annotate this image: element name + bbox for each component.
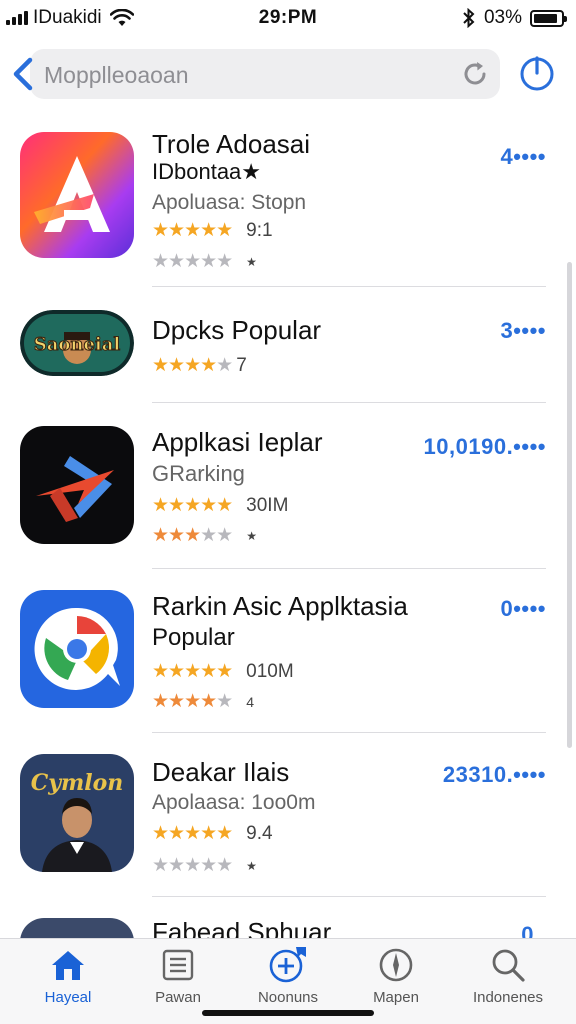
secondary-rating: ★★★★★ ★	[152, 854, 257, 878]
app-title: Applkasi Ieplar	[152, 427, 323, 457]
tab-pawan[interactable]: Pawan	[128, 945, 228, 1006]
app-title: Trole Adoasai	[152, 129, 311, 159]
partial-app-icon[interactable]	[20, 918, 134, 938]
tab-noonuns[interactable]: Noonuns	[238, 945, 338, 1006]
app-action-button[interactable]: 0	[521, 922, 534, 938]
star-rating-icons: ★★★★★	[152, 691, 233, 712]
tab-search[interactable]: Indonenes	[458, 945, 558, 1006]
star-rating-icons: ★★★★★	[152, 355, 233, 376]
rating-stars: ★★★★★ 9:1	[152, 219, 273, 243]
star-rating-icons: ★★★★★	[152, 661, 233, 682]
rating-count: 9:1	[246, 220, 273, 241]
app-subtitle: IDbontaa★	[152, 159, 262, 184]
game-badge-icon[interactable]: Saoneial	[20, 310, 134, 376]
secondary-count: ★	[246, 255, 257, 269]
secondary-rating: ★★★★★ 4	[152, 690, 254, 714]
compass-icon	[379, 948, 413, 982]
rating-stars: ★★★★★ 30IM	[152, 494, 288, 518]
divider	[152, 732, 546, 733]
search-field[interactable]: Mopplleoaoan	[30, 49, 500, 99]
divider	[152, 568, 546, 569]
arrow-logo-icon[interactable]	[20, 426, 134, 544]
rating-stars: ★★★★★ 010M	[152, 660, 294, 684]
tab-label: Pawan	[155, 989, 201, 1006]
search-input-text[interactable]: Mopplleoaoan	[44, 62, 189, 89]
power-icon[interactable]	[518, 55, 556, 93]
secondary-count: ★	[246, 859, 257, 873]
app-title: Dpcks Popular	[152, 315, 322, 345]
status-right: 03%	[462, 7, 567, 29]
star-rating-icons: ★★★★★	[152, 495, 233, 516]
scrollbar[interactable]	[567, 262, 572, 748]
chrome-style-icon[interactable]	[20, 590, 134, 708]
secondary-rating: ★★★★★ ★	[152, 524, 257, 548]
tab-label: Mapen	[373, 989, 419, 1006]
app-action-button[interactable]: 23310.••••	[443, 762, 546, 788]
rating-stars: ★★★★★ 7	[152, 354, 247, 378]
tab-mapen[interactable]: Mapen	[346, 945, 446, 1006]
app-title: Deakar Ilais	[152, 757, 290, 787]
svg-text:Cymlon: Cymlon	[31, 770, 124, 796]
letter-a-gradient-icon[interactable]	[20, 132, 134, 258]
app-row[interactable]: Fabead Sphuar 0	[0, 898, 576, 938]
app-meta: Apolaasa: 1oo0m	[152, 791, 316, 814]
tab-label: Noonuns	[257, 989, 319, 1006]
rating-count: 9.4	[246, 823, 273, 844]
app-meta: GRarking	[152, 461, 245, 486]
star-rating-icons: ★★★★★	[152, 855, 233, 876]
app-action-button[interactable]: 3••••	[500, 318, 546, 344]
divider	[152, 402, 546, 403]
bluetooth-icon	[463, 8, 475, 28]
battery-percent: 03%	[483, 7, 522, 28]
app-action-button[interactable]: 0••••	[500, 596, 546, 622]
navigation-bar: Mopplleoaoan	[0, 46, 576, 102]
battery-fill	[534, 13, 558, 23]
divider	[152, 896, 546, 897]
battery-icon	[530, 9, 567, 27]
add-icon	[269, 947, 306, 983]
secondary-rating: ★★★★★ ★	[152, 250, 257, 274]
reload-icon[interactable]	[460, 59, 490, 89]
home-icon	[52, 951, 84, 980]
rating-count: 7	[236, 355, 247, 376]
app-row[interactable]: Trole Adoasai IDbontaa★ Apoluasa: Stopn …	[0, 118, 576, 288]
svg-text:Saoneial: Saoneial	[34, 334, 121, 355]
list-icon	[162, 949, 194, 981]
app-subtitle: Popular	[152, 624, 235, 651]
divider	[152, 286, 546, 287]
home-indicator	[202, 1010, 374, 1016]
app-row[interactable]: Cymlon Deakar Ilais Apolaasa: 1oo0m ★★★★…	[0, 734, 576, 898]
secondary-count: 4	[246, 694, 254, 710]
portrait-icon[interactable]: Cymlon	[20, 754, 134, 872]
app-title: Fabead Sphuar	[152, 917, 332, 938]
star-rating-icons: ★★★★★	[152, 525, 233, 546]
rating-stars: ★★★★★ 9.4	[152, 822, 273, 846]
star-rating-icons: ★★★★★	[152, 251, 233, 272]
app-row[interactable]: Rarkin Asic Applktasia Popular ★★★★★ 010…	[0, 570, 576, 734]
star-rating-icons: ★★★★★	[152, 220, 233, 241]
tab-home[interactable]: Hayeal	[18, 945, 118, 1006]
secondary-count: ★	[246, 529, 257, 543]
tab-label: Hayeal	[44, 989, 92, 1006]
rating-count: 010M	[246, 661, 294, 682]
search-icon	[492, 949, 525, 982]
app-action-button[interactable]: 4••••	[500, 144, 546, 170]
app-row[interactable]: Saoneial Dpcks Popular ★★★★★ 7 3••••	[0, 288, 576, 404]
app-title: Rarkin Asic Applktasia	[152, 591, 408, 621]
app-action-button[interactable]: 10,0190.••••	[424, 434, 546, 460]
status-bar: IDuakidi 29:PM 03%	[0, 0, 576, 36]
app-meta: Apoluasa: Stopn	[152, 191, 307, 214]
rating-count: 30IM	[246, 495, 289, 516]
tab-label: Indonenes	[472, 989, 544, 1006]
back-chevron-icon[interactable]	[8, 54, 38, 94]
star-rating-icons: ★★★★★	[152, 823, 233, 844]
app-row[interactable]: Applkasi Ieplar GRarking ★★★★★ 30IM ★★★★…	[0, 404, 576, 570]
